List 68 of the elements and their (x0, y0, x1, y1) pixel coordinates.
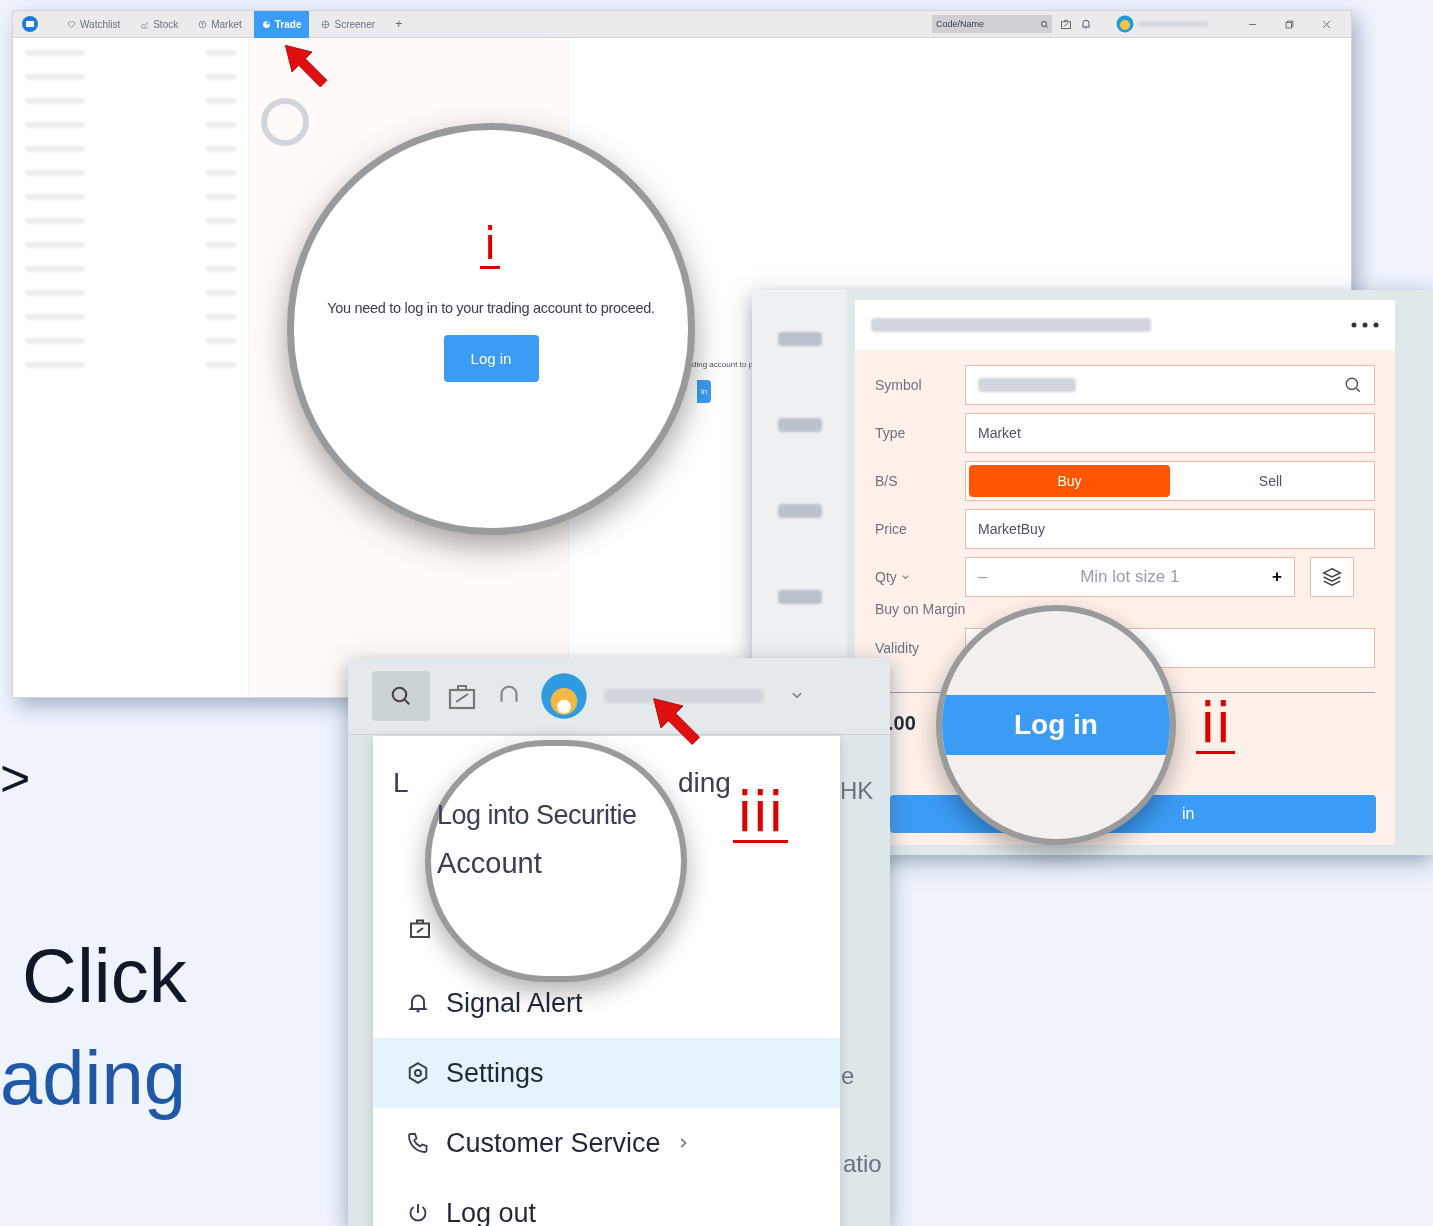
layers-button[interactable] (1310, 557, 1354, 597)
pie-icon (261, 19, 271, 29)
chevron-down-icon[interactable] (900, 572, 910, 582)
avatar-icon[interactable] (540, 672, 588, 720)
blurred-text (777, 590, 822, 604)
field-label: Validity (875, 638, 921, 658)
blurred-text (777, 332, 822, 346)
slide-text: > (0, 752, 31, 804)
slide-text: Click (22, 938, 187, 1014)
login-button[interactable]: in (697, 380, 711, 403)
menu-text: Log into Securitie (437, 799, 638, 832)
search-button[interactable] (1036, 15, 1052, 33)
symbol-field[interactable] (965, 365, 1375, 405)
buy-sell-toggle[interactable]: Buy Sell (965, 461, 1375, 501)
side-text: HK (840, 776, 874, 806)
increment-button[interactable]: + (1272, 564, 1282, 590)
toggle-option[interactable]: Buy (969, 465, 1170, 497)
settings-icon (406, 1061, 430, 1085)
crosshair-icon (321, 19, 331, 29)
search-field[interactable]: Code/Name (932, 15, 1036, 33)
coin-icon (198, 19, 208, 29)
login-button[interactable]: Log in (942, 695, 1170, 755)
heart-icon (67, 19, 76, 29)
line-chart-icon (140, 19, 150, 29)
placeholder-text: Min lot size 1 (1079, 566, 1181, 589)
menu-item[interactable]: Settings (373, 1038, 840, 1108)
search-icon (1039, 19, 1049, 29)
menu-text: Account (437, 846, 543, 881)
menu-text: ding (678, 766, 731, 800)
nav-tab[interactable]: Market (190, 10, 250, 38)
amount-text: .00 (888, 711, 916, 736)
nav-tab[interactable]: Stock (132, 10, 187, 38)
add-tab-button[interactable]: + (387, 14, 411, 34)
side-text: atio (843, 1149, 882, 1179)
nav-tab[interactable]: Trade (253, 10, 310, 38)
input-field[interactable]: Market (965, 413, 1375, 453)
field-label: Type (875, 423, 907, 443)
login-button[interactable]: Log in (443, 335, 539, 383)
field-label: B/S (875, 471, 899, 491)
more-icon[interactable] (1351, 322, 1379, 328)
quantity-field[interactable]: – Min lot size 1 + (965, 557, 1295, 597)
search-icon (1344, 376, 1362, 394)
avatar-icon[interactable] (1116, 15, 1134, 33)
close-icon[interactable] (1321, 18, 1332, 30)
field-label: Price (875, 519, 908, 539)
app-logo-icon (21, 15, 39, 33)
search-icon (389, 684, 413, 708)
blurred-text (777, 504, 822, 518)
prompt-text: You need to log in to your trading account to proceed. (327, 298, 655, 318)
nav-tab[interactable]: Watchlist (59, 10, 129, 38)
input-field[interactable]: MarketBuy (965, 509, 1375, 549)
field-label: Symbol (875, 375, 923, 395)
phone-icon (406, 1131, 430, 1155)
restore-icon[interactable] (1284, 18, 1295, 30)
side-text: e (841, 1061, 855, 1091)
briefcase-icon[interactable] (1060, 18, 1072, 30)
layers-icon (1321, 566, 1343, 588)
menu-item[interactable]: Customer Service (373, 1108, 840, 1178)
loading-ring (261, 98, 309, 146)
search-button[interactable] (372, 671, 430, 721)
decrement-button[interactable]: – (978, 564, 988, 590)
menu-text: L (393, 766, 409, 800)
field-label: Qty (875, 567, 897, 587)
blurred-text (777, 418, 822, 432)
field-label: Buy on Margin (875, 600, 966, 619)
menu-item[interactable]: Signal Alert (373, 968, 840, 1038)
nav-tab[interactable]: Screener (313, 10, 384, 38)
toggle-option[interactable]: Sell (1170, 465, 1371, 497)
